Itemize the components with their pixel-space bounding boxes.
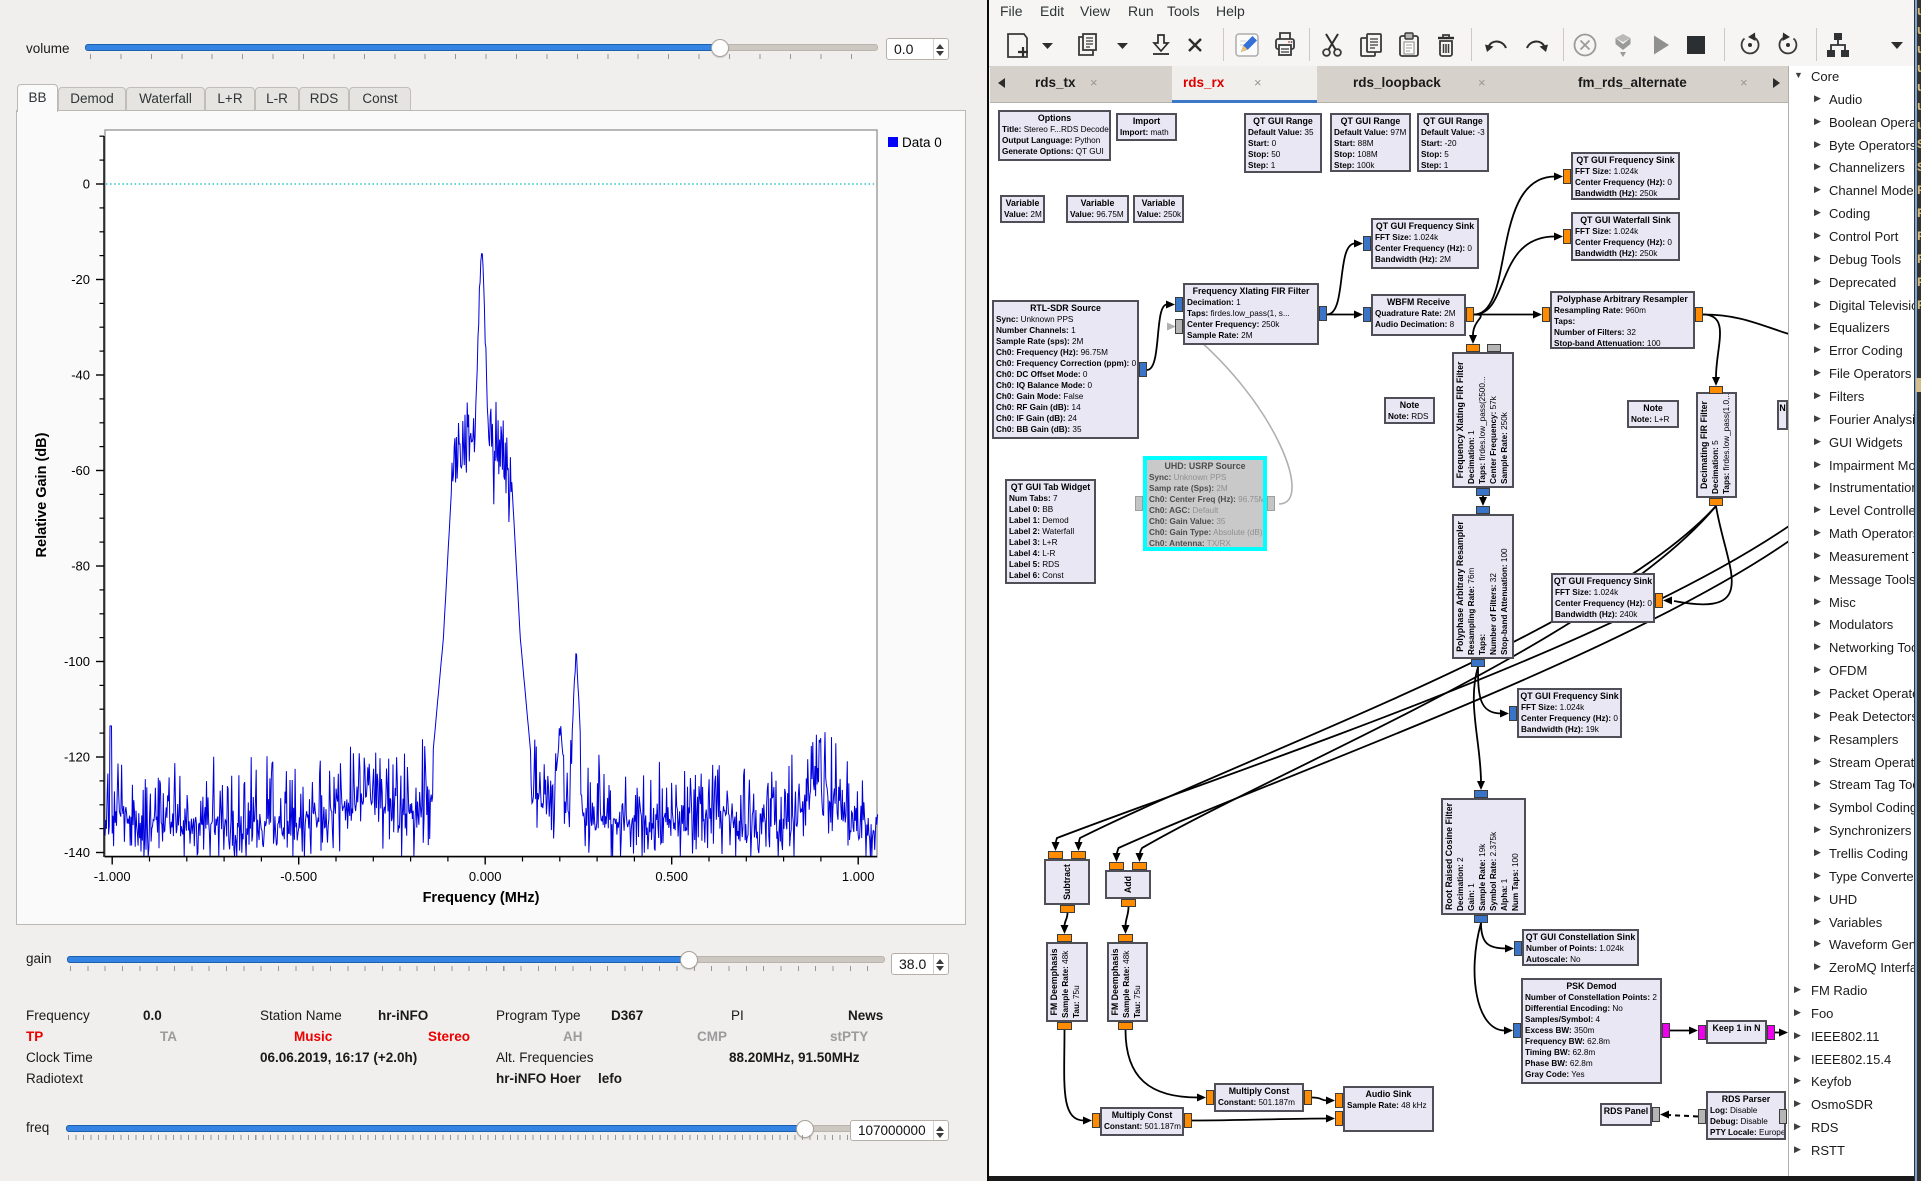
svg-text:Data 0: Data 0 — [902, 135, 942, 150]
svg-text:Relative Gain (dB): Relative Gain (dB) — [34, 432, 50, 557]
svg-text:-60: -60 — [71, 463, 90, 478]
svg-text:1.000: 1.000 — [842, 869, 875, 884]
svg-text:-80: -80 — [71, 559, 90, 574]
svg-text:0: 0 — [83, 177, 90, 192]
svg-text:-1.000: -1.000 — [94, 869, 131, 884]
svg-text:Frequency (MHz): Frequency (MHz) — [423, 890, 540, 906]
svg-text:-40: -40 — [71, 368, 90, 383]
svg-text:0.500: 0.500 — [655, 869, 688, 884]
svg-text:0.000: 0.000 — [469, 869, 502, 884]
svg-text:-140: -140 — [64, 845, 90, 860]
svg-text:-120: -120 — [64, 750, 90, 765]
svg-text:-20: -20 — [71, 272, 90, 287]
svg-text:-0.500: -0.500 — [280, 869, 317, 884]
svg-text:-100: -100 — [64, 654, 90, 669]
